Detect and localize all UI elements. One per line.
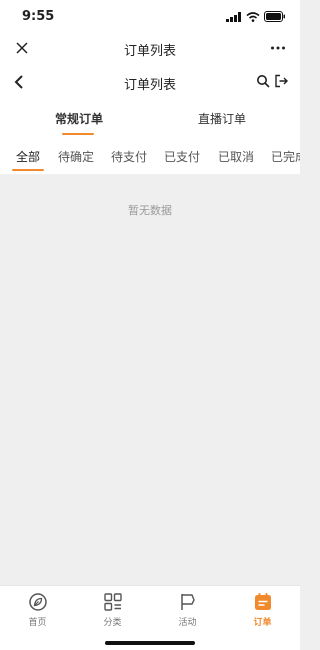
battery-icon (264, 11, 285, 22)
search-icon[interactable] (256, 74, 270, 88)
tab-completed[interactable]: 已完成 (271, 148, 300, 165)
mini-program-title: 订单列表 (123, 44, 176, 59)
status-time: 9:55 (22, 9, 55, 24)
status-bar: 9:55 (0, 0, 300, 32)
order-icon (254, 593, 271, 610)
empty-state-text: 暂无数据 (128, 204, 172, 217)
tab-all[interactable]: 全部 (16, 148, 40, 165)
wifi-icon (246, 11, 260, 22)
tab-live-orders[interactable]: 直播订单 (198, 110, 246, 127)
tabbar-activity-label: 活动 (178, 618, 197, 628)
order-type-underline (62, 133, 94, 135)
tabbar-orders[interactable]: 订单 (225, 591, 300, 628)
tabbar-activity[interactable]: 活动 (150, 591, 225, 628)
status-icons (226, 11, 286, 22)
tabbar-home-label: 首页 (28, 618, 47, 628)
status-tabs: 全部 待确定 待支付 已支付 已取消 已完成 (0, 138, 300, 175)
flag-icon (180, 594, 195, 610)
tabbar-category-label: 分类 (103, 618, 122, 628)
more-icon[interactable] (270, 40, 286, 56)
home-icon (28, 593, 47, 611)
tabbar-home[interactable]: 首页 (0, 591, 75, 628)
mini-program-bar: 订单列表 (0, 32, 300, 64)
tabbar-category[interactable]: 分类 (75, 591, 150, 628)
tabbar-orders-label: 订单 (253, 618, 272, 628)
tab-pending-payment[interactable]: 待支付 (111, 148, 147, 165)
status-tab-underline (12, 169, 44, 171)
logout-icon[interactable] (274, 74, 288, 88)
tab-paid[interactable]: 已支付 (164, 148, 200, 165)
tab-cancelled[interactable]: 已取消 (218, 148, 254, 165)
home-indicator (105, 641, 195, 645)
signal-icon (226, 11, 241, 22)
tab-regular-orders[interactable]: 常规订单 (55, 110, 103, 127)
page-header: 订单列表 (0, 64, 300, 100)
page-title: 订单列表 (123, 78, 176, 93)
order-type-tabs: 常规订单 直播订单 (0, 100, 300, 138)
tab-pending-confirm[interactable]: 待确定 (58, 148, 94, 165)
category-icon (103, 593, 122, 611)
